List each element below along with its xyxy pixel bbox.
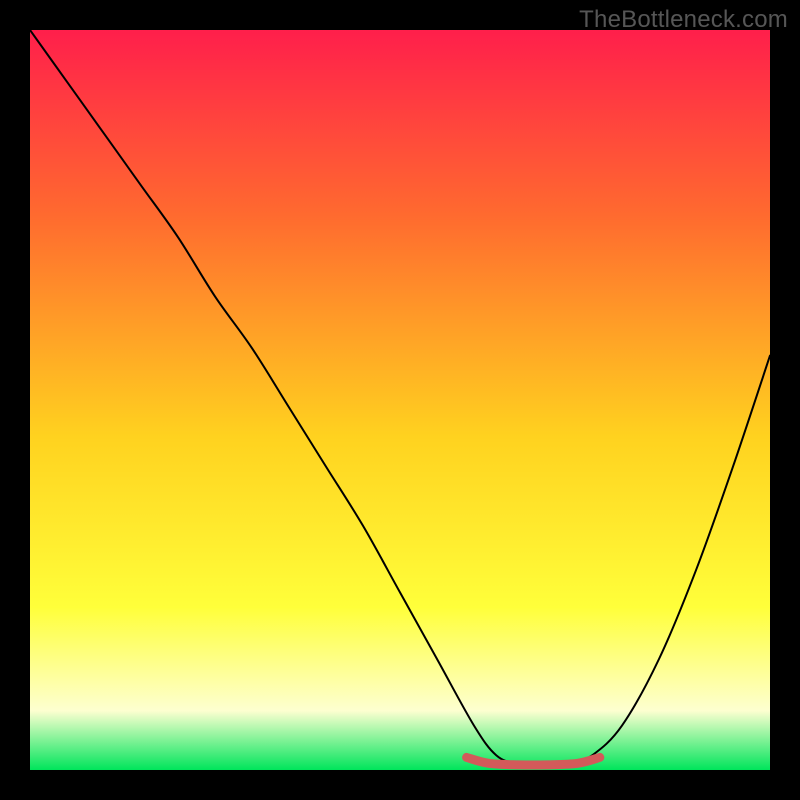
chart-svg	[30, 30, 770, 770]
plot-area	[30, 30, 770, 770]
bottleneck-curve	[30, 30, 770, 766]
chart-frame: TheBottleneck.com	[0, 0, 800, 800]
sweet-spot-marker	[467, 757, 600, 765]
